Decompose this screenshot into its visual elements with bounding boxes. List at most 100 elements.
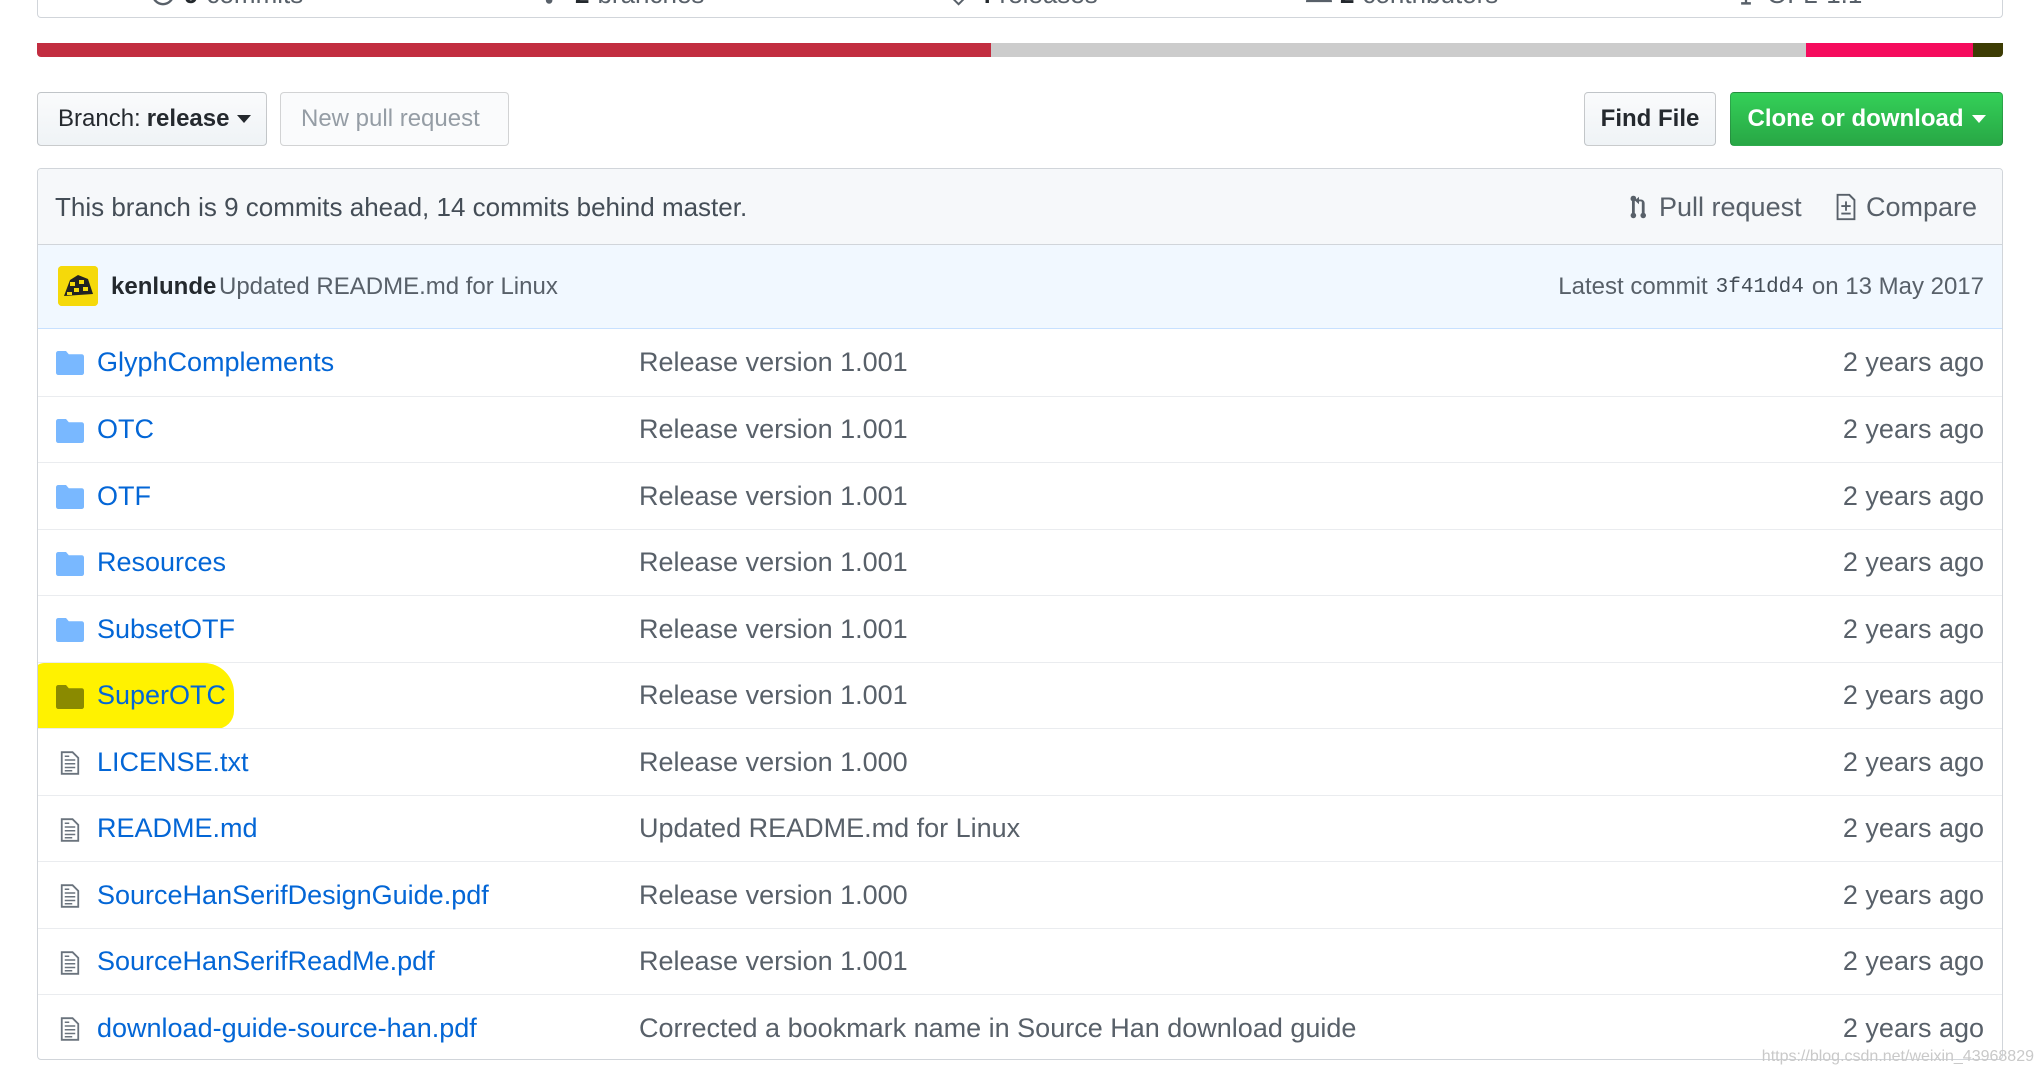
- contributors-count: 2: [1340, 0, 1354, 10]
- file-commit-message[interactable]: Release version 1.000: [639, 729, 908, 795]
- commit-date: on 13 May 2017: [1811, 273, 1984, 300]
- file-row: download-guide-source-han.pdf Corrected a…: [38, 994, 2002, 1059]
- branch-select-button[interactable]: Branch: release: [37, 92, 267, 146]
- file-name-link[interactable]: SubsetOTF: [97, 596, 235, 662]
- language-segment[interactable]: [990, 43, 1807, 57]
- caret-down-icon: [237, 115, 252, 123]
- file-diff-icon: [1836, 193, 1856, 221]
- file-name-link[interactable]: Resources: [97, 530, 226, 596]
- latest-commit-prefix: Latest commit: [1558, 273, 1708, 300]
- file-row: SubsetOTF Release version 1.001 2 years ag…: [38, 595, 2002, 662]
- file-commit-message[interactable]: Release version 1.001: [639, 329, 908, 395]
- file-age: 2 years ago: [1842, 346, 1984, 377]
- file-commit-message[interactable]: Release version 1.001: [639, 663, 908, 729]
- file-icon: [56, 817, 84, 842]
- file-age: 2 years ago: [1842, 547, 1984, 577]
- latest-commit-bar: kenlunde Updated README.md for Linux Lat…: [38, 245, 2002, 329]
- file-age: 2 years ago: [1842, 879, 1984, 910]
- file-name-link[interactable]: OTF: [97, 463, 151, 529]
- file-row: LICENSE.txt Release version 1.000 2 years …: [38, 728, 2002, 795]
- clone-download-button[interactable]: Clone or download: [1730, 92, 2003, 146]
- law-icon: [1741, 0, 1751, 5]
- file-icon: [56, 884, 84, 908]
- file-commit-message[interactable]: Updated README.md for Linux: [639, 796, 1020, 862]
- compare-link[interactable]: Compare: [1834, 169, 1977, 245]
- file-commit-message[interactable]: Release version 1.001: [639, 929, 908, 995]
- file-name-link[interactable]: GlyphComplements: [97, 329, 334, 395]
- language-bar[interactable]: [37, 43, 2003, 57]
- watermark: https://blog.csdn.net/weixin_43968829: [1761, 1048, 2034, 1065]
- file-name-link[interactable]: SuperOTC: [97, 663, 226, 729]
- pull-request-link[interactable]: Pull request: [1627, 169, 1802, 245]
- file-age: 2 years ago: [1842, 680, 1984, 710]
- language-segment[interactable]: [1806, 43, 1974, 57]
- people-icon: [1306, 0, 1332, 3]
- file-rows: GlyphComplements Release version 1.001 2 y…: [38, 329, 2002, 1059]
- new-pull-request-button[interactable]: New pull request: [280, 92, 509, 146]
- file-icon: [56, 1017, 84, 1041]
- license-label: OFL-1.1: [1767, 0, 1862, 10]
- folder-icon: [56, 418, 84, 443]
- releases-count: 4: [977, 0, 991, 10]
- numbers-summary: 9 commits 2 branches 4 releases 2 contri…: [37, 0, 2003, 18]
- file-name-link[interactable]: README.md: [97, 796, 258, 862]
- file-age: 2 years ago: [1842, 946, 1984, 976]
- commit-meta: Latest commit 3f41dd4 on 13 May 2017: [1558, 245, 1984, 329]
- author-avatar[interactable]: [58, 266, 98, 306]
- releases-link[interactable]: 4 releases: [943, 0, 1098, 14]
- file-row: OTF Release version 1.001 2 years ago: [38, 462, 2002, 529]
- file-commit-message[interactable]: Release version 1.001: [639, 596, 908, 662]
- file-age: 2 years ago: [1842, 414, 1984, 444]
- language-segment[interactable]: [37, 43, 991, 57]
- folder-icon: [56, 351, 84, 375]
- file-commit-message[interactable]: Release version 1.000: [639, 862, 908, 928]
- branch-infobar: This branch is 9 commits ahead, 14 commi…: [38, 169, 2002, 245]
- file-row: SourceHanSerifDesignGuide.pdf Release ver…: [38, 861, 2002, 928]
- file-row: SourceHanSerifReadMe.pdf Release version …: [38, 927, 2002, 995]
- license-link[interactable]: OFL-1.1: [1733, 0, 1862, 14]
- folder-icon: [56, 684, 84, 709]
- commits-count: 9: [184, 0, 198, 10]
- commits-label: commits: [206, 0, 303, 10]
- file-age: 2 years ago: [1842, 746, 1984, 777]
- file-icon: [56, 751, 84, 775]
- file-row: README.md Updated README.md for Linux 2 ye…: [38, 794, 2002, 862]
- file-name-link[interactable]: SourceHanSerifReadMe.pdf: [97, 929, 435, 995]
- file-row: Resources Release version 1.001 2 years ag…: [38, 528, 2002, 596]
- file-name-link[interactable]: OTC: [97, 397, 154, 463]
- file-commit-message[interactable]: Release version 1.001: [639, 463, 908, 529]
- file-name-link[interactable]: LICENSE.txt: [97, 729, 249, 795]
- file-commit-message[interactable]: Release version 1.001: [639, 397, 908, 463]
- commits-link[interactable]: 9 commits: [150, 0, 303, 14]
- commit-sha[interactable]: 3f41dd4: [1716, 276, 1804, 299]
- releases-label: releases: [999, 0, 1097, 10]
- clone-download-label: Clone or download: [1747, 105, 1964, 132]
- git-branch-icon: [545, 0, 553, 4]
- file-commit-message[interactable]: Corrected a bookmark name in Source Han …: [639, 995, 1356, 1059]
- branches-link[interactable]: 2 branches: [541, 0, 704, 14]
- tag-icon: [952, 0, 965, 6]
- commit-author[interactable]: kenlunde: [111, 245, 216, 329]
- folder-icon: [56, 551, 84, 576]
- branch-value: release: [146, 105, 230, 132]
- file-name-link[interactable]: download-guide-source-han.pdf: [97, 995, 477, 1059]
- file-row: GlyphComplements Release version 1.001 2 y…: [38, 329, 2002, 396]
- find-file-button[interactable]: Find File: [1584, 92, 1716, 146]
- file-commit-message[interactable]: Release version 1.001: [639, 530, 908, 596]
- commit-message[interactable]: Updated README.md for Linux: [219, 245, 558, 329]
- file-listing: This branch is 9 commits ahead, 14 commi…: [37, 168, 2003, 1060]
- file-name-link[interactable]: SourceHanSerifDesignGuide.pdf: [97, 862, 489, 928]
- contributors-label: contributors: [1362, 0, 1498, 10]
- branches-label: branches: [597, 0, 704, 10]
- file-age: 2 years ago: [1842, 813, 1984, 843]
- language-segment[interactable]: [1973, 43, 2003, 57]
- branch-status-text: This branch is 9 commits ahead, 14 commi…: [55, 191, 748, 222]
- pull-request-label: Pull request: [1659, 191, 1802, 222]
- branch-label: Branch:: [58, 105, 141, 132]
- caret-down-icon: [1971, 115, 1986, 123]
- contributors-link[interactable]: 2 contributors: [1306, 0, 1498, 14]
- file-age: 2 years ago: [1842, 480, 1984, 511]
- folder-icon: [56, 485, 84, 509]
- branches-count: 2: [575, 0, 589, 10]
- folder-icon: [56, 618, 84, 642]
